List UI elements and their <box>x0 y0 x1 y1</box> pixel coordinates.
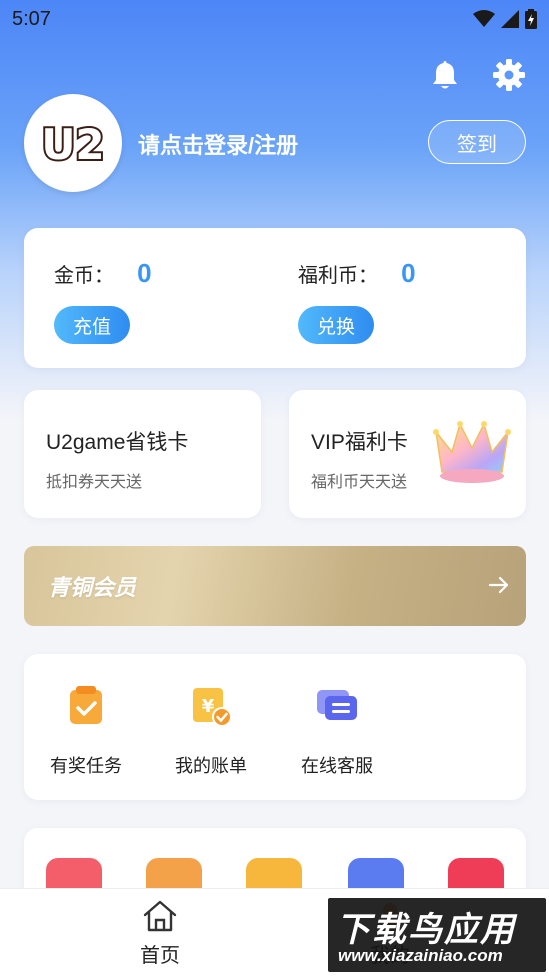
vip-card-title: VIP福利卡 <box>311 431 408 454</box>
vip-card-subtitle: 福利币天天送 <box>311 472 408 491</box>
savings-card[interactable]: U2game省钱卡 抵扣券天天送 <box>24 390 261 518</box>
watermark: 下载鸟应用 www.xiazainiao.com <box>328 898 546 972</box>
battery-icon <box>525 9 537 29</box>
my-bills-item[interactable]: ¥ 我的账单 <box>159 684 263 778</box>
gold-label: 金币： <box>54 263 114 287</box>
vip-card[interactable]: VIP福利卡 福利币天天送 <box>289 390 526 518</box>
gear-icon[interactable] <box>492 58 526 92</box>
status-time: 5:07 <box>12 7 51 30</box>
wifi-icon <box>473 10 495 27</box>
online-service-label: 在线客服 <box>301 756 373 777</box>
chat-icon <box>317 690 357 720</box>
bill-icon: ¥ <box>193 688 232 727</box>
home-icon <box>143 900 177 932</box>
welfare-label: 福利币： <box>298 263 378 287</box>
savings-card-subtitle: 抵扣券天天送 <box>46 472 143 491</box>
member-banner[interactable]: 青铜会员 <box>24 546 526 626</box>
signin-button[interactable]: 签到 <box>428 120 526 164</box>
bell-icon[interactable] <box>428 58 462 92</box>
member-level-title: 青铜会员 <box>48 576 137 601</box>
signal-icon <box>501 10 519 28</box>
nav-home[interactable]: 首页 <box>110 899 210 968</box>
savings-card-title: U2game省钱卡 <box>46 431 189 454</box>
gold-value: 0 <box>137 258 152 288</box>
welfare-value: 0 <box>401 258 416 288</box>
watermark-url: www.xiazainiao.com <box>338 946 503 965</box>
welfare-balance: 福利币： 0 <box>298 258 416 289</box>
crown-icon <box>433 421 511 483</box>
arrow-right-icon <box>488 576 509 594</box>
recharge-button[interactable]: 充值 <box>54 306 130 344</box>
gold-balance: 金币： 0 <box>54 258 152 289</box>
status-bar: 5:07 <box>0 0 549 38</box>
avatar[interactable]: U2 <box>24 94 122 192</box>
status-icons <box>473 9 537 29</box>
wallet-card: 金币： 0 充值 福利币： 0 兑换 <box>24 228 526 368</box>
exchange-button[interactable]: 兑换 <box>298 306 374 344</box>
reward-tasks-label: 有奖任务 <box>50 756 122 777</box>
u2-logo-icon: U2 <box>40 118 106 171</box>
reward-tasks-item[interactable]: 有奖任务 <box>34 684 138 778</box>
clipboard-check-icon <box>70 686 102 724</box>
nav-home-label: 首页 <box>140 943 180 967</box>
svg-text:U2: U2 <box>41 120 104 169</box>
tools-card: 有奖任务 ¥ 我的账单 在线客服 <box>24 654 526 800</box>
watermark-main-text: 下载鸟应用 <box>336 910 516 950</box>
online-service-item[interactable]: 在线客服 <box>285 684 389 778</box>
login-prompt[interactable]: 请点击登录/注册 <box>138 128 298 160</box>
my-bills-label: 我的账单 <box>175 756 247 777</box>
